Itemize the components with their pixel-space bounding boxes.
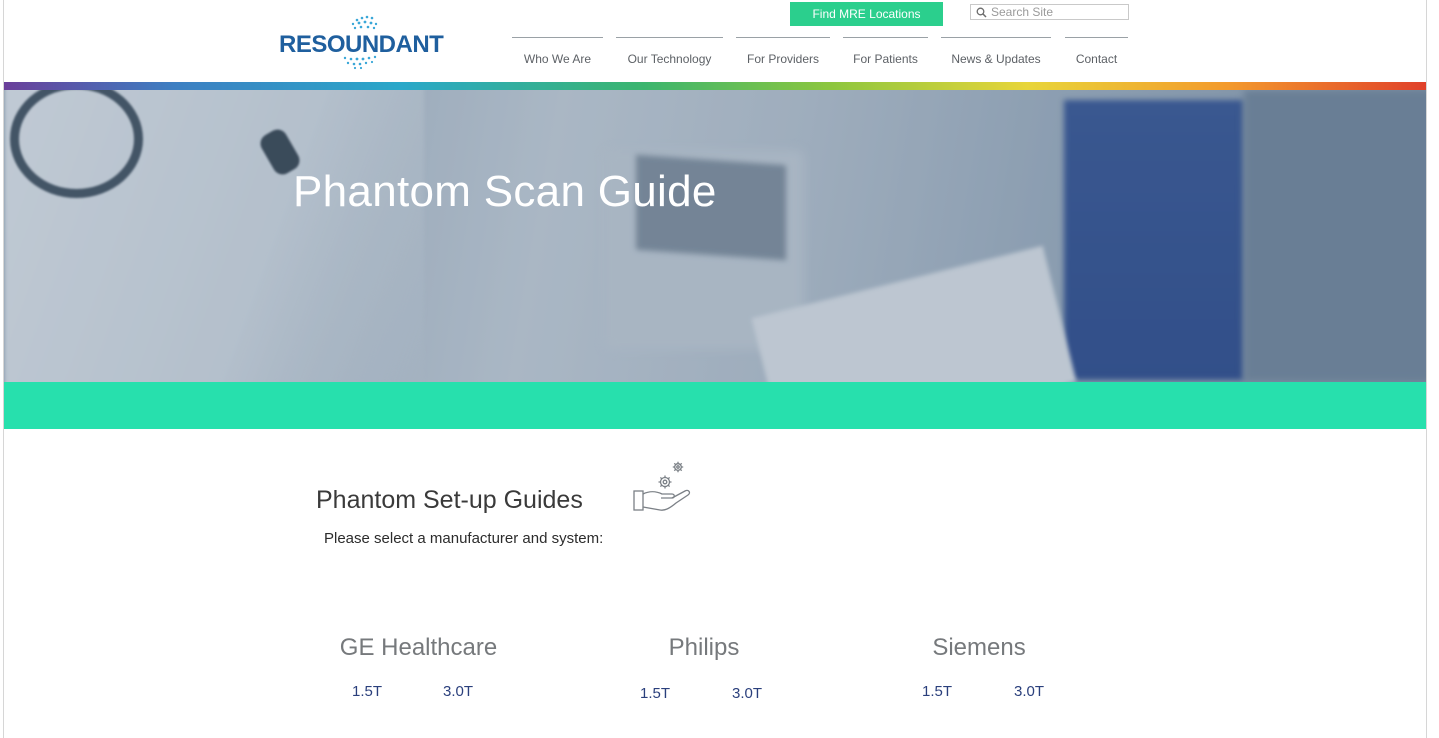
section-subtitle: Please select a manufacturer and system: (324, 530, 604, 547)
nav-item-contact[interactable]: Contact (1065, 37, 1128, 68)
hero-overlay (4, 90, 1426, 382)
ge-3-0t-link[interactable]: 3.0T (443, 683, 473, 700)
section-title: Phantom Set-up Guides (316, 486, 583, 514)
rainbow-divider (4, 82, 1426, 90)
ge-1-5t-link[interactable]: 1.5T (352, 683, 382, 700)
philips-1-5t-link[interactable]: 1.5T (640, 685, 670, 702)
search-icon (976, 7, 987, 18)
nav-item-who-we-are[interactable]: Who We Are (512, 37, 603, 68)
nav-item-for-providers[interactable]: For Providers (736, 37, 830, 68)
nav-item-news-updates[interactable]: News & Updates (941, 37, 1051, 68)
philips-3-0t-link[interactable]: 3.0T (732, 685, 762, 702)
accent-band (4, 382, 1426, 429)
hero-banner (4, 90, 1426, 382)
manufacturer-siemens: Siemens (932, 634, 1026, 661)
manufacturer-ge-healthcare: GE Healthcare (339, 634, 498, 661)
search-input[interactable] (991, 5, 1121, 19)
siemens-1-5t-link[interactable]: 1.5T (922, 683, 952, 700)
page-title: Phantom Scan Guide (293, 167, 717, 216)
manufacturer-philips: Philips (668, 634, 740, 661)
nav-item-our-technology[interactable]: Our Technology (616, 37, 723, 68)
search-box[interactable] (970, 4, 1129, 20)
logo-wordmark: RESOUNDANT (279, 31, 444, 58)
resoundant-logo[interactable]: RESOUNDANT (279, 14, 449, 70)
nav-item-for-patients[interactable]: For Patients (843, 37, 928, 68)
siemens-3-0t-link[interactable]: 3.0T (1014, 683, 1044, 700)
find-mre-locations-button[interactable]: Find MRE Locations (790, 2, 943, 26)
hand-with-gears-icon (633, 461, 691, 511)
